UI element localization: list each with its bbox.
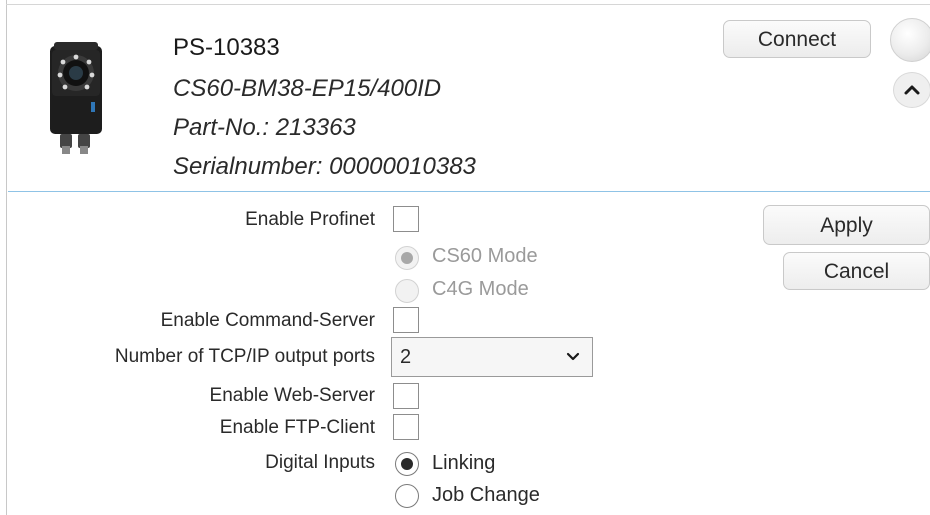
enable-ftp-client-label: Enable FTP-Client (219, 417, 375, 438)
device-model: CS60-BM38-EP15/400ID (173, 75, 442, 102)
tcp-ports-select[interactable]: 2 (391, 337, 593, 377)
tcp-ports-label: Number of TCP/IP output ports (114, 346, 375, 367)
linking-radio[interactable] (395, 452, 419, 476)
enable-ftp-client-checkbox[interactable] (393, 414, 419, 440)
enable-profinet-checkbox[interactable] (393, 206, 419, 232)
tcp-ports-value: 2 (400, 346, 412, 368)
connect-button[interactable]: Connect (723, 20, 871, 58)
frame-border-top (6, 4, 930, 5)
digital-inputs-label: Digital Inputs (265, 452, 375, 473)
chevron-down-icon (566, 352, 580, 361)
enable-web-server-label: Enable Web-Server (209, 385, 375, 406)
linking-label: Linking (432, 452, 496, 474)
collapse-button[interactable] (893, 72, 930, 108)
cs60-mode-radio[interactable] (395, 246, 419, 270)
frame-border-left (6, 0, 7, 515)
device-part-number: Part-No.: 213363 (173, 114, 356, 141)
chevron-up-icon (904, 85, 920, 95)
enable-command-server-checkbox[interactable] (393, 307, 419, 333)
cancel-button[interactable]: Cancel (783, 252, 930, 290)
enable-profinet-label: Enable Profinet (245, 209, 375, 230)
header-separator (8, 191, 930, 192)
job-change-label: Job Change (432, 484, 540, 506)
apply-button[interactable]: Apply (763, 205, 930, 245)
c4g-mode-radio[interactable] (395, 279, 419, 303)
enable-command-server-label: Enable Command-Server (160, 310, 375, 331)
job-change-radio[interactable] (395, 484, 419, 508)
status-indicator (890, 18, 930, 62)
camera-sensor-icon (46, 40, 108, 158)
c4g-mode-label: C4G Mode (432, 278, 529, 300)
cs60-mode-label: CS60 Mode (432, 245, 538, 267)
device-name: PS-10383 (173, 34, 280, 61)
device-serial-number: Serialnumber: 00000010383 (173, 153, 476, 180)
enable-web-server-checkbox[interactable] (393, 383, 419, 409)
